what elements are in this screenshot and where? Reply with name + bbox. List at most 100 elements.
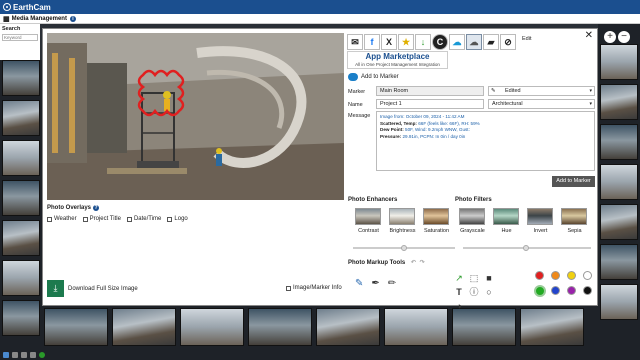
color-orange[interactable] [551, 271, 560, 280]
undo-icon[interactable]: ↶ [411, 260, 416, 266]
map-view-icon[interactable] [21, 352, 27, 358]
gallery-tile[interactable] [112, 308, 176, 346]
image-marker-info-checkbox[interactable]: Image/Marker Info [286, 285, 342, 291]
close-icon[interactable]: ✕ [585, 31, 593, 41]
slider-handle[interactable] [523, 245, 529, 251]
redo-icon[interactable]: ↷ [420, 260, 425, 266]
enhancer-contrast[interactable]: Contrast [355, 208, 382, 234]
filter-invert[interactable]: Invert [527, 208, 554, 234]
gallery-tile[interactable] [600, 84, 638, 120]
overlay-options: Weather Project Title Date/Time Logo [47, 216, 188, 222]
gallery-tile[interactable] [600, 204, 638, 240]
info-icon[interactable]: ⓘ [468, 287, 480, 298]
gallery-tile[interactable] [600, 244, 638, 280]
gallery-tile[interactable] [600, 164, 638, 200]
filter-hue[interactable]: Hue [493, 208, 520, 234]
gallery-tile[interactable] [600, 44, 638, 80]
search-input[interactable]: Keyword [2, 34, 38, 41]
facebook-icon[interactable]: f [364, 34, 380, 50]
marker-icon[interactable]: ✏ [388, 278, 396, 289]
cloud-upload-icon[interactable]: ☁ [466, 34, 482, 50]
gallery-tile[interactable] [2, 60, 40, 96]
c-logo-icon[interactable]: C [432, 34, 448, 50]
gallery-tile[interactable] [44, 308, 108, 346]
download-icon[interactable]: ⤓ [47, 280, 64, 297]
gallery-tile[interactable] [2, 140, 40, 176]
gallery-tile[interactable] [452, 308, 516, 346]
shape-tools: ↗ ⬚ ■ T ⓘ ○ ◑ [453, 273, 495, 312]
rectangle-icon[interactable]: ■ [483, 273, 495, 284]
marker-field[interactable]: Main Room [376, 86, 484, 96]
shapes-icon[interactable]: ◑ [453, 301, 465, 312]
download-arrow-icon[interactable]: ↓ [415, 34, 431, 50]
grid-icon[interactable]: ▦ [3, 15, 10, 23]
filter-grayscale[interactable]: Grayscale [459, 208, 486, 234]
color-green-selected[interactable] [534, 285, 546, 297]
gallery-tile[interactable] [520, 308, 584, 346]
checkbox-icon[interactable] [167, 216, 173, 222]
overlay-datetime-checkbox[interactable]: Date/Time [126, 216, 161, 222]
add-icon[interactable]: + [604, 31, 616, 43]
pencil-icon[interactable]: ✎ [355, 278, 363, 289]
color-white[interactable] [583, 271, 592, 280]
app-marketplace-panel[interactable]: App Marketplace All in One Project Manag… [347, 51, 448, 69]
color-purple[interactable] [567, 286, 576, 295]
list-view-icon[interactable] [12, 352, 18, 358]
enhancer-slider[interactable] [353, 245, 455, 251]
category-select[interactable]: Architectural ▾ [488, 99, 595, 109]
construction-photo[interactable] [47, 33, 344, 200]
info-icon[interactable]: i [69, 15, 76, 22]
color-yellow[interactable] [567, 271, 576, 280]
overlay-weather-checkbox[interactable]: Weather [47, 216, 77, 222]
checkbox-icon[interactable] [47, 216, 52, 222]
checkbox-icon[interactable] [82, 216, 88, 222]
add-to-marker-button[interactable]: Add to Marker [552, 176, 595, 187]
message-textarea[interactable]: Image from: October 09, 2024 - 11:42 AM … [376, 111, 595, 171]
filter-label: Invert [533, 228, 548, 234]
enhancer-brightness[interactable]: Brightness [389, 208, 416, 234]
gallery-tile[interactable] [180, 308, 244, 346]
checkbox-icon[interactable] [286, 285, 291, 291]
gallery-tile[interactable] [384, 308, 448, 346]
grid-view-icon[interactable] [3, 352, 9, 358]
download-full-size[interactable]: ⤓ Download Full Size Image [47, 280, 138, 297]
road-icon[interactable]: ▰ [483, 34, 499, 50]
circle-icon[interactable]: ○ [483, 287, 495, 298]
status-icon[interactable] [39, 352, 45, 358]
x-icon[interactable]: X [381, 34, 397, 50]
salesforce-icon[interactable]: ☁ [449, 34, 465, 50]
enhancer-saturation[interactable]: Saturation [423, 208, 450, 234]
color-black[interactable] [583, 286, 592, 295]
pen-icon[interactable]: ✒ [371, 278, 379, 289]
star-icon[interactable]: ★ [398, 34, 414, 50]
text-icon[interactable]: T [453, 287, 465, 298]
minus-icon[interactable]: − [618, 31, 630, 43]
earthcam-logo[interactable]: EarthCam [3, 3, 51, 12]
marker-type-select[interactable]: ✎ Edited ▾ [488, 86, 595, 96]
gallery-tile[interactable] [2, 300, 40, 336]
gallery-tile[interactable] [2, 220, 40, 256]
overlay-project-title-checkbox[interactable]: Project Title [82, 216, 121, 222]
gallery-tile[interactable] [600, 284, 638, 320]
name-input[interactable]: Project 1 [376, 99, 484, 109]
gallery-tile[interactable] [2, 180, 40, 216]
gallery-tile[interactable] [248, 308, 312, 346]
filter-sepia[interactable]: Sepia [561, 208, 588, 234]
color-blue[interactable] [551, 286, 560, 295]
gallery-tile[interactable] [2, 260, 40, 296]
lasso-icon[interactable]: ⬚ [468, 273, 480, 284]
gallery-tile[interactable] [316, 308, 380, 346]
checkbox-icon[interactable] [126, 216, 132, 222]
mail-icon[interactable]: ✉ [347, 34, 363, 50]
user-icon[interactable] [30, 352, 36, 358]
overlay-logo-checkbox[interactable]: Logo [167, 216, 188, 222]
color-red[interactable] [535, 271, 544, 280]
edit-label[interactable]: Edit [522, 36, 531, 42]
gallery-tile[interactable] [600, 124, 638, 160]
arrow-icon[interactable]: ↗ [453, 273, 465, 284]
slider-handle[interactable] [401, 245, 407, 251]
filter-slider[interactable] [463, 245, 591, 251]
help-icon[interactable]: ? [93, 205, 100, 211]
link-icon[interactable]: ⊘ [500, 34, 516, 50]
gallery-tile[interactable] [2, 100, 40, 136]
